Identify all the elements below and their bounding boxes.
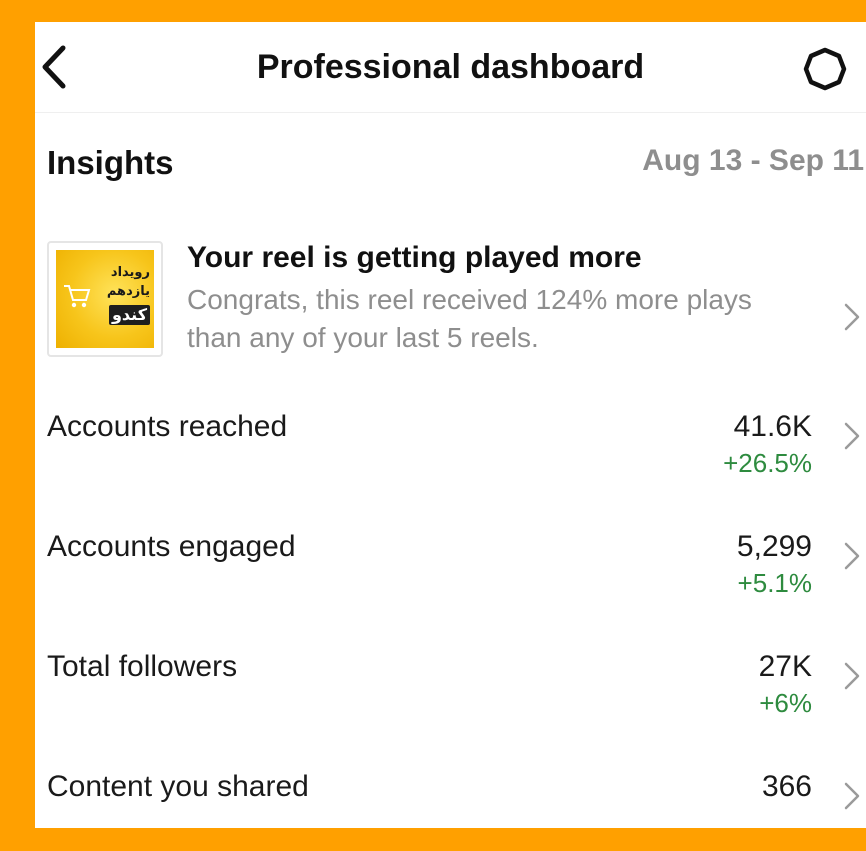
metric-change: +5.1% bbox=[737, 568, 812, 598]
settings-button[interactable] bbox=[802, 46, 848, 92]
metric-value: 5,299 bbox=[736, 530, 812, 563]
metric-label: Accounts engaged bbox=[47, 530, 296, 563]
metric-value: 41.6K bbox=[733, 410, 812, 443]
metric-total-followers[interactable]: Total followers 27K +6% bbox=[47, 650, 866, 730]
chevron-right-icon bbox=[844, 782, 860, 810]
chevron-right-icon bbox=[844, 303, 860, 331]
metric-value: 366 bbox=[761, 770, 812, 803]
page-title: Professional dashboard bbox=[256, 48, 645, 86]
metric-content-shared[interactable]: Content you shared 366 bbox=[47, 770, 866, 828]
metric-accounts-reached[interactable]: Accounts reached 41.6K +26.5% bbox=[47, 410, 866, 490]
date-range-selector[interactable]: Aug 13 - Sep 11 bbox=[642, 144, 864, 178]
metric-value: 27K bbox=[758, 650, 812, 683]
insights-title: Insights bbox=[47, 144, 174, 181]
metric-label: Accounts reached bbox=[47, 410, 288, 443]
thumbnail-text-line2: یازدهم bbox=[106, 283, 150, 298]
metric-change: +26.5% bbox=[723, 448, 812, 478]
reel-card-headline: Your reel is getting played more bbox=[187, 241, 642, 274]
chevron-right-icon bbox=[844, 422, 860, 450]
chevron-right-icon bbox=[844, 662, 860, 690]
reel-card-description: Congrats, this reel received 124% more p… bbox=[187, 284, 752, 353]
reel-thumbnail: رویداد یازدهم کندو bbox=[47, 241, 163, 357]
top-bar: Professional dashboard bbox=[35, 22, 866, 113]
gear-icon bbox=[803, 47, 847, 91]
reel-insight-card[interactable]: رویداد یازدهم کندو Your reel is getting … bbox=[47, 241, 866, 361]
metric-accounts-engaged[interactable]: Accounts engaged 5,299 +5.1% bbox=[47, 530, 866, 610]
insights-header: Insights Aug 13 - Sep 11 bbox=[47, 144, 866, 194]
metric-label: Content you shared bbox=[47, 770, 309, 803]
thumbnail-text-line1: رویداد bbox=[110, 264, 150, 279]
metric-change: +6% bbox=[759, 688, 812, 718]
metric-label: Total followers bbox=[47, 650, 238, 683]
cart-icon bbox=[64, 285, 91, 308]
dashboard-screen: Professional dashboard Insights Aug 13 -… bbox=[35, 22, 866, 828]
thumbnail-text-line3: کندو bbox=[108, 305, 150, 325]
reel-thumbnail-image: رویداد یازدهم کندو bbox=[56, 250, 154, 348]
chevron-right-icon bbox=[844, 542, 860, 570]
